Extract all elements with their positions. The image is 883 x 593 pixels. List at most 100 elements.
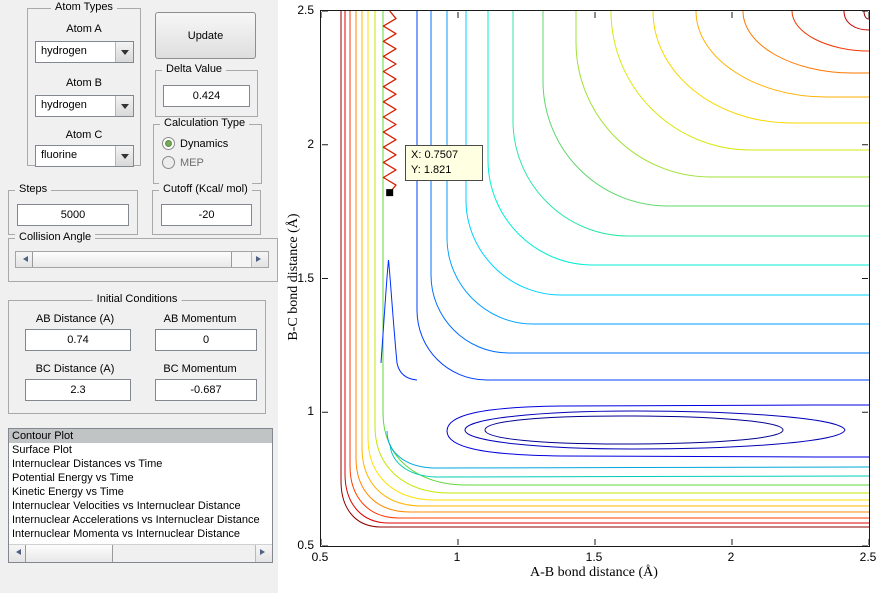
- contour-line: [863, 11, 869, 20]
- datatip-x-value: X: 0.7507: [411, 149, 459, 161]
- chevron-down-icon: [121, 50, 129, 59]
- delta-value-title: Delta Value: [162, 63, 227, 75]
- dynamics-radio-label: Dynamics: [180, 138, 229, 150]
- y-tick-label: 1: [307, 404, 314, 419]
- collision-angle-groupbox: Collision Angle: [8, 231, 278, 282]
- list-item[interactable]: Surface Plot: [9, 443, 272, 457]
- y-tick-label: 2.5: [297, 3, 314, 17]
- chevron-down-icon: [121, 104, 129, 113]
- delta-value-input[interactable]: 0.424: [163, 85, 250, 107]
- ab-momentum-label: AB Momentum: [163, 313, 237, 325]
- delta-value-groupbox: Delta Value 0.424: [155, 63, 258, 117]
- atom-a-label: Atom A: [66, 23, 102, 35]
- contour-line: [652, 11, 869, 124]
- contour-line: [382, 11, 869, 486]
- list-item[interactable]: Potential Energy vs Time: [9, 471, 272, 485]
- atom-a-value: hydrogen: [41, 45, 87, 57]
- ab-distance-label: AB Distance (A): [35, 313, 115, 325]
- y-tick-label: 1.5: [297, 270, 314, 285]
- contour-line: [465, 11, 869, 296]
- list-item[interactable]: Internuclear Momenta vs Internuclear Dis…: [9, 527, 272, 541]
- contour-line: [695, 11, 869, 98]
- x-tick-label: 2.5: [859, 550, 877, 564]
- figure-panel: X: 0.7507 Y: 1.821 A-B bond distance (Å)…: [278, 0, 883, 593]
- cutoff-input[interactable]: -20: [161, 204, 252, 226]
- contour-line: [340, 11, 869, 528]
- atom-c-value: fluorine: [41, 149, 78, 161]
- bc-momentum-input[interactable]: -0.687: [155, 379, 257, 401]
- datatip-marker[interactable]: [386, 189, 394, 197]
- slider-left-arrow-button[interactable]: [16, 252, 33, 267]
- contour-line: [575, 11, 869, 178]
- steps-groupbox: Steps 5000: [8, 183, 138, 235]
- contour-line: [374, 11, 869, 494]
- calculation-type-groupbox: Calculation Type Dynamics MEP: [153, 117, 262, 184]
- slider-right-arrow-button[interactable]: [251, 252, 268, 267]
- bc-distance-label: BC Distance (A): [35, 363, 115, 375]
- arrow-left-icon: [20, 256, 28, 262]
- dynamics-radio[interactable]: [162, 137, 175, 150]
- ab-momentum-input[interactable]: 0: [155, 329, 257, 351]
- plot-type-listbox[interactable]: Contour Plot Surface Plot Internuclear Dis…: [8, 428, 273, 563]
- atom-c-dropdown[interactable]: fluorine: [35, 145, 134, 167]
- list-item[interactable]: Kinetic Energy vs Time: [9, 485, 272, 499]
- contour-plot-canvas: [321, 11, 869, 546]
- arrow-left-icon: [13, 549, 21, 555]
- bc-momentum-label: BC Momentum: [163, 363, 237, 375]
- steps-title: Steps: [15, 183, 52, 195]
- contour-line: [487, 11, 869, 266]
- x-axis-label: A-B bond distance (Å): [530, 565, 658, 580]
- steps-input[interactable]: 5000: [17, 204, 129, 226]
- ab-distance-input[interactable]: 0.74: [25, 329, 131, 351]
- datatip-y-value: Y: 1.821: [411, 164, 452, 176]
- listbox-items: Contour Plot Surface Plot Internuclear Dis…: [9, 429, 272, 541]
- y-tick-label: 0.5: [297, 538, 314, 552]
- contour-line: [742, 11, 869, 74]
- contour-line: [344, 11, 869, 524]
- datatip[interactable]: X: 0.7507 Y: 1.821: [405, 145, 483, 181]
- atom-b-dropdown[interactable]: hydrogen: [35, 95, 134, 117]
- contour-line: [446, 11, 869, 325]
- arrow-right-icon: [260, 549, 268, 555]
- contour-line: [430, 11, 869, 354]
- initial-conditions-groupbox: Initial Conditions AB Distance (A) AB Mo…: [8, 293, 266, 414]
- chevron-down-icon: [121, 154, 129, 163]
- atom-a-dropdown[interactable]: hydrogen: [35, 41, 134, 63]
- list-item[interactable]: Contour Plot: [9, 429, 272, 443]
- contour-line: [355, 11, 869, 513]
- list-item[interactable]: Internuclear Accelerations vs Internucle…: [9, 513, 272, 527]
- list-item[interactable]: Internuclear Velocities vs Internuclear …: [9, 499, 272, 513]
- contour-line: [484, 415, 784, 445]
- x-tick-label: 1.5: [585, 550, 603, 564]
- x-tick-label: 1: [453, 550, 461, 564]
- atom-b-label: Atom B: [65, 77, 103, 89]
- mep-radio[interactable]: [162, 156, 175, 169]
- scrollbar-left-arrow-button[interactable]: [9, 545, 26, 562]
- update-button[interactable]: Update: [155, 12, 256, 59]
- contour-line: [380, 259, 418, 381]
- mep-radio-label: MEP: [180, 157, 204, 169]
- collision-angle-title: Collision Angle: [15, 231, 96, 243]
- x-tick-label: 0.5: [311, 550, 329, 564]
- scrollbar-thumb[interactable]: [25, 545, 113, 562]
- application-window: Atom Types Atom A hydrogen Atom B hydrog…: [0, 0, 883, 593]
- trajectory-line: [382, 11, 397, 194]
- contour-line: [361, 11, 869, 507]
- bc-distance-input[interactable]: 2.3: [25, 379, 131, 401]
- cutoff-groupbox: Cutoff (Kcal/ mol) -20: [152, 183, 261, 235]
- atom-types-title: Atom Types: [51, 1, 117, 13]
- y-tick-label: 2: [307, 136, 314, 151]
- contour-line: [610, 11, 869, 151]
- contour-line: [386, 430, 869, 469]
- arrow-right-icon: [256, 256, 264, 262]
- initial-conditions-title: Initial Conditions: [92, 293, 182, 305]
- list-item[interactable]: Internuclear Distances vs Time: [9, 457, 272, 471]
- atom-c-label: Atom C: [65, 129, 103, 141]
- listbox-horizontal-scrollbar[interactable]: [9, 544, 272, 562]
- collision-angle-slider[interactable]: [15, 251, 269, 268]
- contour-plot-axes[interactable]: X: 0.7507 Y: 1.821: [320, 10, 870, 547]
- slider-thumb[interactable]: [32, 252, 232, 267]
- contour-line: [367, 11, 869, 501]
- x-tick-label: 2: [727, 550, 735, 564]
- scrollbar-right-arrow-button[interactable]: [255, 545, 272, 562]
